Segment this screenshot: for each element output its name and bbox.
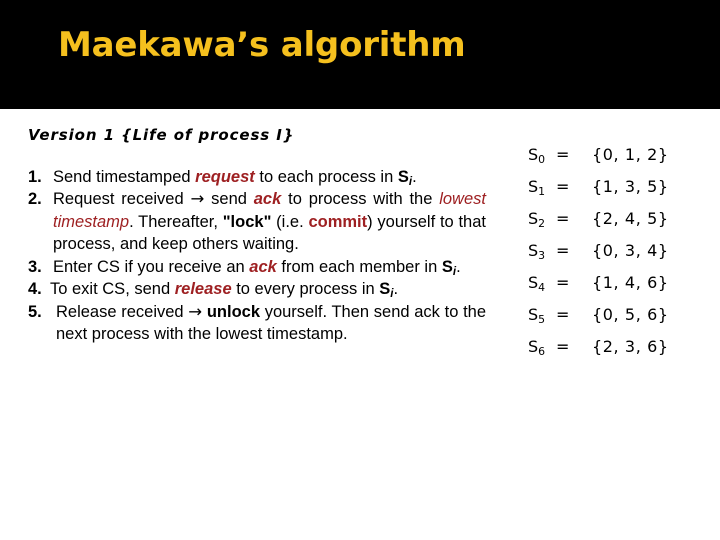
quorum-set-name-letter: S — [528, 209, 539, 228]
equals-sign: = — [556, 241, 570, 260]
step-number: 1. — [28, 168, 42, 186]
quorum-set-value: {1, 4, 6} — [592, 273, 669, 292]
quorum-set-index: 4 — [538, 281, 546, 295]
quorum-set-row: S5 = {0, 5, 6} — [528, 305, 669, 337]
quorum-set-row: S2 = {2, 4, 5} — [528, 209, 669, 241]
quorum-set-name-letter: S — [528, 273, 539, 292]
quorum-set-name-letter: S — [528, 305, 539, 324]
quorum-set-row: S3 = {0, 3, 4} — [528, 241, 669, 273]
quorum-set-value: {0, 5, 6} — [592, 305, 669, 324]
quorum-set-name: S1 — [528, 177, 556, 199]
subscript: i — [452, 265, 457, 278]
quorum-set-name-letter: S — [528, 241, 539, 260]
step-text: Enter CS if you receive an ack from each… — [53, 256, 486, 278]
quorum-set-index: 2 — [538, 217, 546, 231]
page-title: Maekawa’s algorithm — [58, 25, 466, 65]
equals-sign: = — [556, 337, 570, 356]
quorum-set-index: 5 — [538, 313, 546, 327]
quorum-set-name: S0 — [528, 145, 556, 167]
step-text-segment: Si — [441, 257, 457, 278]
step-text-segment: from each member in — [276, 257, 442, 276]
step-text-segment: request — [195, 168, 255, 186]
step-text-segment: to each process in — [254, 168, 398, 186]
quorum-set-index: 0 — [538, 153, 546, 167]
quorum-set-row: S1 = {1, 3, 5} — [528, 177, 669, 209]
quorum-set-index: 3 — [538, 249, 546, 263]
quorum-set-name-letter: S — [528, 337, 539, 356]
algorithm-step: 5. Release received → unlock yourself. Th… — [28, 301, 486, 346]
step-text-segment: . — [412, 168, 417, 186]
quorum-set-row: S0 = {0, 1, 2} — [528, 145, 669, 177]
step-text: To exit CS, send release to every proces… — [50, 278, 486, 300]
step-text-segment: . — [393, 280, 399, 299]
step-text-segment: Request received — [53, 190, 191, 209]
quorum-set-name: S5 — [528, 305, 556, 327]
algorithm-step-list: 1. Send timestamped request to each proce… — [28, 166, 486, 346]
quorum-set-value: {2, 3, 6} — [592, 337, 669, 356]
step-text-segment: . — [456, 257, 461, 276]
quorum-set-index: 1 — [538, 185, 546, 199]
quorum-set-value: {0, 3, 4} — [592, 241, 669, 260]
algorithm-step: 2. Request received → send ack to process… — [28, 188, 486, 255]
quorum-set-name: S6 — [528, 337, 556, 359]
step-number: 3. — [28, 257, 42, 276]
step-text-segment: Enter CS if you receive an — [53, 257, 250, 276]
step-text-segment: ack — [253, 190, 282, 209]
step-text-segment: → — [190, 189, 205, 209]
step-text-segment: To exit CS, send — [50, 280, 175, 299]
step-text-segment: "lock" — [222, 212, 272, 231]
quorum-set-name-letter: S — [528, 145, 539, 164]
quorum-set-name: S2 — [528, 209, 556, 231]
left-content-column: Version 1 {Life of process I} 1. Send tim… — [28, 126, 486, 346]
step-number: 4. — [28, 280, 42, 299]
step-text-segment: unlock — [206, 302, 261, 321]
step-text-segment: to process with the — [281, 190, 440, 209]
equals-sign: = — [556, 273, 570, 292]
equals-sign: = — [556, 145, 570, 164]
equals-sign: = — [556, 305, 570, 324]
quorum-set-row: S6 = {2, 3, 6} — [528, 337, 669, 369]
step-text: Request received → send ack to process w… — [53, 188, 486, 255]
subscript: i — [408, 176, 413, 189]
slide: Maekawa’s algorithm Version 1 {Life of p… — [0, 0, 720, 540]
algorithm-step: 4. To exit CS, send release to every proc… — [28, 278, 486, 300]
step-text: Send timestamped request to each process… — [53, 166, 486, 188]
step-number: 2. — [28, 190, 42, 209]
quorum-set-row: S4 = {1, 4, 6} — [528, 273, 669, 305]
quorum-set-value: {2, 4, 5} — [592, 209, 669, 228]
quorum-set-list: S0 = {0, 1, 2} S1 = {1, 3, 5} S2 = {2, 4, 5} S3 ={… — [528, 145, 669, 369]
quorum-set-value: {1, 3, 5} — [592, 177, 669, 196]
step-text-segment: ack — [249, 257, 277, 276]
step-text-segment: Release received — [56, 302, 189, 321]
quorum-set-name: S4 — [528, 273, 556, 295]
equals-sign: = — [556, 209, 570, 228]
step-text-segment: commit — [308, 212, 368, 231]
algorithm-step: 1. Send timestamped request to each proce… — [28, 166, 486, 188]
step-text-segment: release — [174, 280, 232, 299]
step-text: Release received → unlock yourself. Then… — [56, 301, 486, 346]
step-text-segment: Si — [379, 280, 394, 301]
quorum-set-index: 6 — [538, 345, 546, 359]
step-text-segment: send — [204, 190, 254, 209]
step-text-segment: → — [188, 301, 203, 321]
quorum-set-name-letter: S — [528, 177, 539, 196]
version-heading: Version 1 {Life of process I} — [28, 126, 295, 144]
step-number: 5. — [28, 302, 42, 321]
step-text-segment: to every process in — [231, 280, 380, 299]
step-text-segment: Si — [397, 168, 413, 189]
equals-sign: = — [556, 177, 570, 196]
step-text-segment: . Thereafter, — [129, 212, 223, 231]
step-text-segment: Send timestamped — [53, 168, 196, 186]
quorum-set-name: S3 — [528, 241, 556, 263]
quorum-set-value: {0, 1, 2} — [592, 145, 669, 164]
subscript: i — [390, 288, 394, 301]
algorithm-step: 3. Enter CS if you receive an ack from ea… — [28, 256, 486, 278]
step-text-segment: (i.e. — [271, 212, 309, 231]
